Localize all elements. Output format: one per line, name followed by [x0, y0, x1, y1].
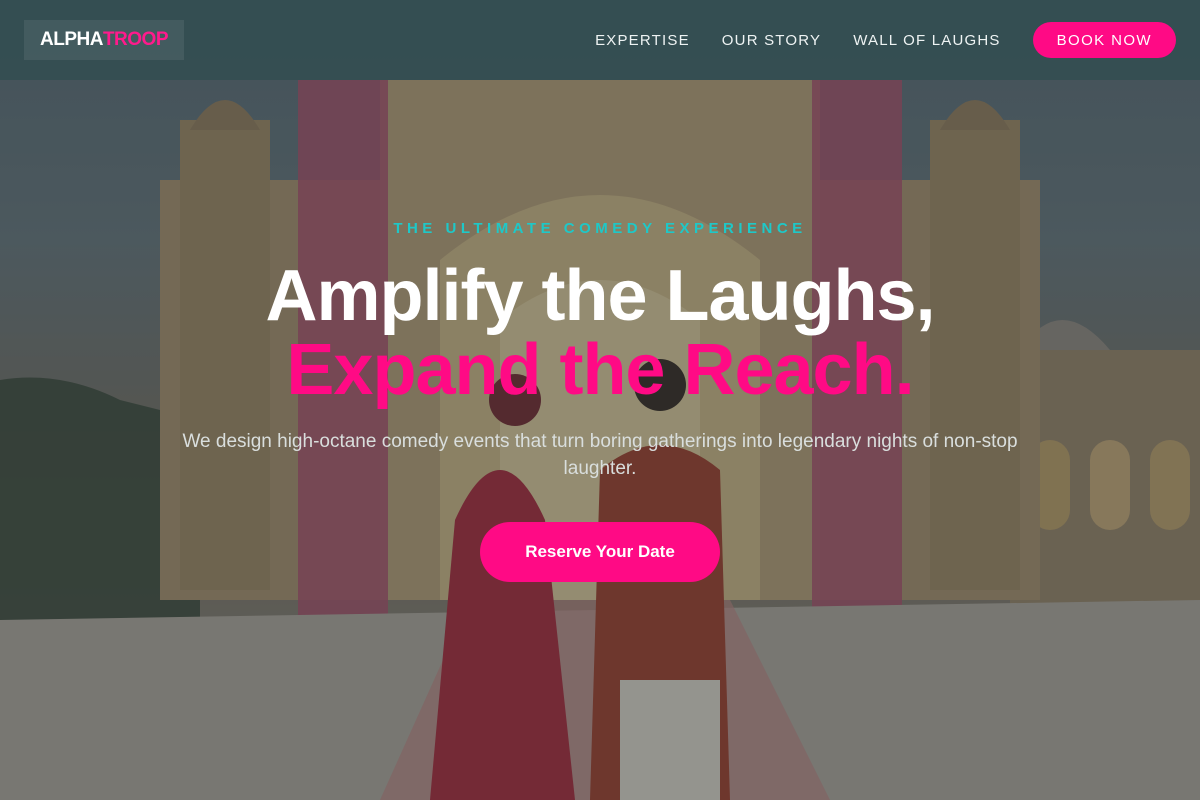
- hero-headline-line1: Amplify the Laughs,: [265, 256, 935, 336]
- hero-headline-line2: Expand the Reach.: [286, 330, 914, 410]
- reserve-date-button[interactable]: Reserve Your Date: [480, 522, 720, 582]
- hero-eyebrow: THE ULTIMATE COMEDY EXPERIENCE: [393, 220, 807, 237]
- hero-section: THE ULTIMATE COMEDY EXPERIENCE Amplify t…: [0, 0, 1200, 800]
- hero-subtext: We design high-octane comedy events that…: [182, 431, 1018, 479]
